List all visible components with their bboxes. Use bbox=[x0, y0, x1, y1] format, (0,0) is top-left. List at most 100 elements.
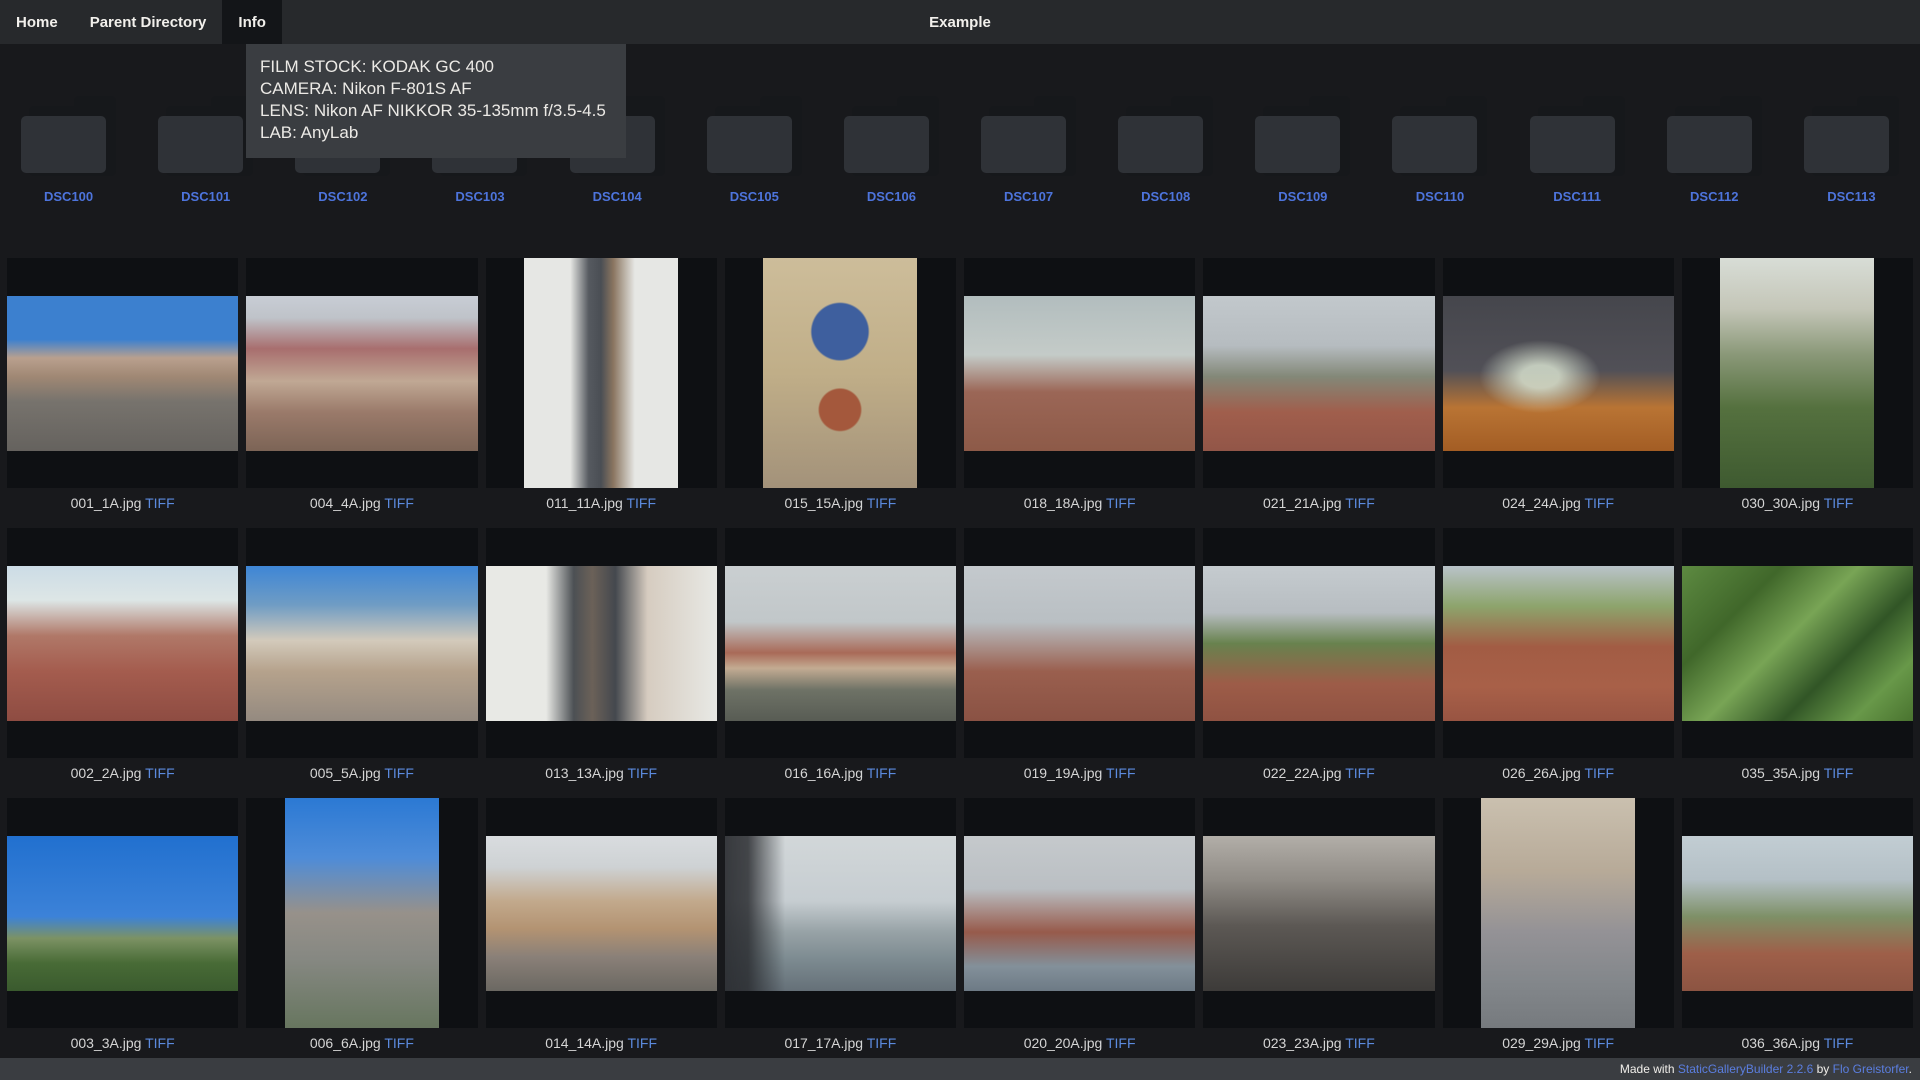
photo-filename: 020_20A.jpg bbox=[1024, 1035, 1103, 1051]
photo-filename: 035_35A.jpg bbox=[1741, 765, 1820, 781]
tiff-link[interactable]: TIFF bbox=[1106, 495, 1136, 511]
folder-label[interactable]: DSC106 bbox=[867, 189, 916, 204]
folder-label[interactable]: DSC110 bbox=[1416, 189, 1464, 204]
photo-thumbnail[interactable] bbox=[246, 528, 477, 758]
nav-item-home[interactable]: Home bbox=[0, 0, 74, 44]
photo-filename: 022_22A.jpg bbox=[1263, 765, 1342, 781]
folder-item-dsc109[interactable]: DSC109 bbox=[1234, 96, 1371, 204]
photo-thumbnail[interactable] bbox=[1443, 258, 1674, 488]
folder-label[interactable]: DSC101 bbox=[181, 189, 230, 204]
photo-thumbnail[interactable] bbox=[486, 798, 717, 1028]
tiff-link[interactable]: TIFF bbox=[1824, 1035, 1854, 1051]
photo-thumbnail[interactable] bbox=[964, 798, 1195, 1028]
folder-icon bbox=[1392, 96, 1487, 176]
photo-filename: 023_23A.jpg bbox=[1263, 1035, 1342, 1051]
folder-item-dsc105[interactable]: DSC105 bbox=[686, 96, 823, 204]
folder-label[interactable]: DSC112 bbox=[1690, 189, 1738, 204]
folder-icon bbox=[1118, 96, 1213, 176]
tiff-link[interactable]: TIFF bbox=[1345, 495, 1375, 511]
tiff-link[interactable]: TIFF bbox=[145, 765, 175, 781]
folder-label[interactable]: DSC108 bbox=[1141, 189, 1190, 204]
folder-label[interactable]: DSC102 bbox=[318, 189, 367, 204]
photo-image bbox=[1203, 836, 1434, 991]
folder-item-dsc113[interactable]: DSC113 bbox=[1783, 96, 1920, 204]
photo-thumbnail[interactable] bbox=[725, 798, 956, 1028]
tiff-link[interactable]: TIFF bbox=[1345, 765, 1375, 781]
folder-item-dsc112[interactable]: DSC112 bbox=[1646, 96, 1783, 204]
folder-item-dsc107[interactable]: DSC107 bbox=[960, 96, 1097, 204]
folder-label[interactable]: DSC105 bbox=[730, 189, 779, 204]
nav-item-info[interactable]: Info bbox=[222, 0, 282, 44]
folder-label[interactable]: DSC111 bbox=[1553, 189, 1601, 204]
photo-filename: 015_15A.jpg bbox=[784, 495, 863, 511]
tiff-link[interactable]: TIFF bbox=[1584, 1035, 1614, 1051]
photo-filename: 016_16A.jpg bbox=[784, 765, 863, 781]
tiff-link[interactable]: TIFF bbox=[627, 765, 657, 781]
photo-thumbnail[interactable] bbox=[1682, 258, 1913, 488]
tiff-link[interactable]: TIFF bbox=[626, 495, 656, 511]
photo-filename: 024_24A.jpg bbox=[1502, 495, 1581, 511]
photo-image bbox=[1720, 258, 1874, 488]
photo-thumbnail[interactable] bbox=[7, 258, 238, 488]
photo-tile: 015_15A.jpg TIFF bbox=[725, 258, 956, 511]
photo-thumbnail[interactable] bbox=[1443, 528, 1674, 758]
photo-thumbnail[interactable] bbox=[1443, 798, 1674, 1028]
photo-thumbnail[interactable] bbox=[246, 258, 477, 488]
tiff-link[interactable]: TIFF bbox=[384, 495, 414, 511]
photo-thumbnail[interactable] bbox=[725, 528, 956, 758]
photo-grid: 001_1A.jpg TIFF 004_4A.jpg TIFF 011_11A.… bbox=[0, 258, 1920, 1051]
folder-icon bbox=[981, 96, 1076, 176]
tiff-link[interactable]: TIFF bbox=[1584, 765, 1614, 781]
folder-item-dsc111[interactable]: DSC111 bbox=[1509, 96, 1646, 204]
nav-item-parent-directory[interactable]: Parent Directory bbox=[74, 0, 223, 44]
tiff-link[interactable]: TIFF bbox=[867, 495, 897, 511]
photo-thumbnail[interactable] bbox=[964, 258, 1195, 488]
folder-icon bbox=[1530, 96, 1625, 176]
tiff-link[interactable]: TIFF bbox=[867, 1035, 897, 1051]
info-line-film-stock: FILM STOCK: KODAK GC 400 bbox=[260, 56, 612, 78]
photo-thumbnail[interactable] bbox=[7, 798, 238, 1028]
photo-thumbnail[interactable] bbox=[1203, 528, 1434, 758]
folder-label[interactable]: DSC103 bbox=[455, 189, 504, 204]
tiff-link[interactable]: TIFF bbox=[1584, 495, 1614, 511]
author-link[interactable]: Flo Greistorfer bbox=[1833, 1062, 1909, 1076]
photo-tile: 035_35A.jpg TIFF bbox=[1682, 528, 1913, 781]
folder-item-dsc106[interactable]: DSC106 bbox=[823, 96, 960, 204]
tiff-link[interactable]: TIFF bbox=[1106, 1035, 1136, 1051]
tiff-link[interactable]: TIFF bbox=[1824, 495, 1854, 511]
tiff-link[interactable]: TIFF bbox=[1345, 1035, 1375, 1051]
photo-thumbnail[interactable] bbox=[486, 258, 717, 488]
folder-label[interactable]: DSC113 bbox=[1827, 189, 1875, 204]
tiff-link[interactable]: TIFF bbox=[384, 1035, 414, 1051]
photo-thumbnail[interactable] bbox=[1682, 528, 1913, 758]
photo-thumbnail[interactable] bbox=[1682, 798, 1913, 1028]
photo-thumbnail[interactable] bbox=[964, 528, 1195, 758]
folder-item-dsc100[interactable]: DSC100 bbox=[0, 96, 137, 204]
photo-thumbnail[interactable] bbox=[246, 798, 477, 1028]
photo-filename: 004_4A.jpg bbox=[310, 495, 381, 511]
folder-label[interactable]: DSC109 bbox=[1278, 189, 1327, 204]
builder-version-link[interactable]: StaticGalleryBuilder 2.2.6 bbox=[1678, 1062, 1813, 1076]
tiff-link[interactable]: TIFF bbox=[384, 765, 414, 781]
folder-icon bbox=[21, 96, 116, 176]
photo-image bbox=[964, 296, 1195, 451]
tiff-link[interactable]: TIFF bbox=[1106, 765, 1136, 781]
folder-label[interactable]: DSC104 bbox=[593, 189, 642, 204]
folder-item-dsc108[interactable]: DSC108 bbox=[1097, 96, 1234, 204]
photo-thumbnail[interactable] bbox=[725, 258, 956, 488]
photo-thumbnail[interactable] bbox=[1203, 798, 1434, 1028]
photo-thumbnail[interactable] bbox=[7, 528, 238, 758]
folder-icon bbox=[844, 96, 939, 176]
tiff-link[interactable]: TIFF bbox=[867, 765, 897, 781]
folder-item-dsc110[interactable]: DSC110 bbox=[1371, 96, 1508, 204]
photo-thumbnail[interactable] bbox=[1203, 258, 1434, 488]
folder-label[interactable]: DSC100 bbox=[44, 189, 93, 204]
tiff-link[interactable]: TIFF bbox=[627, 1035, 657, 1051]
tiff-link[interactable]: TIFF bbox=[145, 495, 175, 511]
tiff-link[interactable]: TIFF bbox=[145, 1035, 175, 1051]
folder-icon bbox=[1667, 96, 1762, 176]
folder-label[interactable]: DSC107 bbox=[1004, 189, 1053, 204]
photo-tile: 030_30A.jpg TIFF bbox=[1682, 258, 1913, 511]
tiff-link[interactable]: TIFF bbox=[1824, 765, 1854, 781]
photo-thumbnail[interactable] bbox=[486, 528, 717, 758]
